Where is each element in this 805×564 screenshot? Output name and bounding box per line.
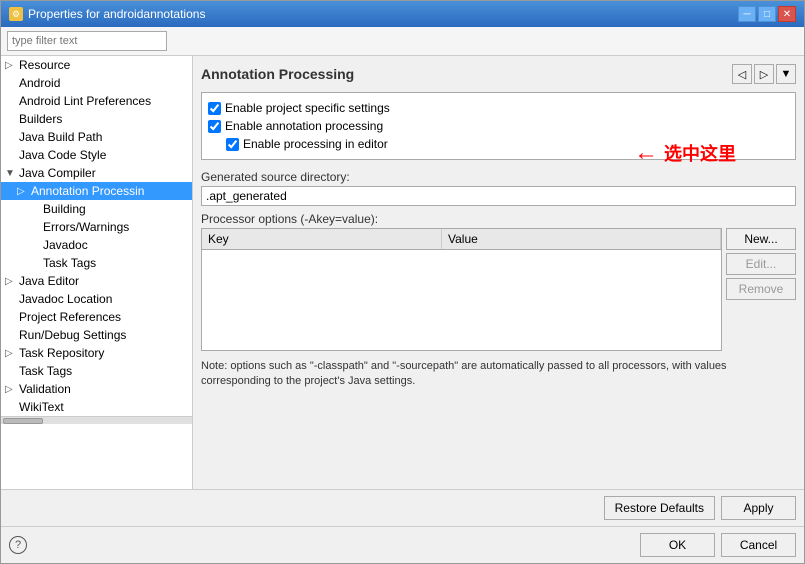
cancel-button[interactable]: Cancel	[721, 533, 796, 557]
sidebar-item-label: Android	[19, 76, 60, 90]
sidebar-item-run-debug[interactable]: Run/Debug Settings	[1, 326, 192, 344]
back-button[interactable]: ◁	[732, 64, 752, 84]
sidebar-item-annotation-processing[interactable]: ▷ Annotation Processin	[1, 182, 192, 200]
title-bar: ⚙ Properties for androidannotations ─ □ …	[1, 1, 804, 27]
sidebar-item-label: Javadoc	[43, 238, 88, 252]
filter-input[interactable]	[7, 31, 167, 51]
checkbox-project-specific-label[interactable]: Enable project specific settings	[225, 101, 390, 115]
sidebar-item-label: Task Tags	[19, 364, 72, 378]
bottom-buttons: Restore Defaults Apply	[1, 489, 804, 526]
sidebar-item-label: Java Editor	[19, 274, 79, 288]
sidebar: ▷ Resource Android Android Lint Preferen…	[1, 56, 193, 489]
sidebar-item-label: Java Compiler	[19, 166, 96, 180]
sidebar-item-javadoc[interactable]: Javadoc	[1, 236, 192, 254]
processor-table: Key Value	[201, 228, 722, 351]
expand-arrow: ▷	[17, 186, 29, 197]
dialog-icon: ⚙	[9, 7, 23, 21]
expand-arrow: ▷	[5, 60, 17, 71]
sidebar-item-label: Run/Debug Settings	[19, 328, 126, 342]
scrollbar-thumb	[3, 418, 43, 424]
apply-button[interactable]: Apply	[721, 496, 796, 520]
expand-arrow: ▷	[5, 384, 17, 395]
table-header: Key Value	[202, 229, 721, 250]
sidebar-scrollbar[interactable]	[1, 416, 192, 424]
sidebar-item-label: Java Code Style	[19, 148, 106, 162]
sidebar-item-label: Project References	[19, 310, 121, 324]
source-dir-label: Generated source directory:	[201, 170, 796, 184]
sidebar-item-task-tags2[interactable]: Task Tags	[1, 362, 192, 380]
checkbox-project-specific-row: Enable project specific settings	[208, 99, 789, 117]
ok-cancel-area: OK Cancel	[640, 533, 796, 557]
sidebar-item-errors-warnings[interactable]: Errors/Warnings	[1, 218, 192, 236]
sidebar-item-java-editor[interactable]: ▷ Java Editor	[1, 272, 192, 290]
table-body	[202, 250, 721, 350]
sidebar-item-label: Task Tags	[43, 256, 96, 270]
dialog: ⚙ Properties for androidannotations ─ □ …	[0, 0, 805, 564]
maximize-button[interactable]: □	[758, 6, 776, 22]
sidebar-item-validation[interactable]: ▷ Validation	[1, 380, 192, 398]
right-panel: Annotation Processing ◁ ▷ ▼ Enable proje…	[193, 56, 804, 489]
checkbox-processing-editor-row: Enable processing in editor	[208, 135, 789, 153]
sidebar-item-building[interactable]: Building	[1, 200, 192, 218]
source-dir-input[interactable]	[201, 186, 796, 206]
sidebar-item-javadoc-location[interactable]: Javadoc Location	[1, 290, 192, 308]
panel-header: Annotation Processing ◁ ▷ ▼	[201, 64, 796, 84]
table-col-value: Value	[442, 229, 721, 249]
expand-arrow: ▼	[5, 168, 17, 179]
dialog-title: Properties for androidannotations	[28, 7, 205, 21]
side-buttons: New... Edit... Remove	[726, 228, 796, 351]
sidebar-item-resource[interactable]: ▷ Resource	[1, 56, 192, 74]
sidebar-item-android[interactable]: Android	[1, 74, 192, 92]
help-ok-cancel-bar: ? OK Cancel	[1, 526, 804, 563]
sidebar-item-label: Javadoc Location	[19, 292, 112, 306]
remove-button[interactable]: Remove	[726, 278, 796, 300]
table-with-buttons: Key Value New... Edit... Remove	[201, 228, 796, 351]
main-content: ▷ Resource Android Android Lint Preferen…	[1, 56, 804, 489]
sidebar-item-label: Java Build Path	[19, 130, 102, 144]
sidebar-item-label: Errors/Warnings	[43, 220, 129, 234]
table-col-key: Key	[202, 229, 442, 249]
checkbox-processing-editor-label[interactable]: Enable processing in editor	[243, 137, 388, 151]
close-button[interactable]: ✕	[778, 6, 796, 22]
dropdown-button[interactable]: ▼	[776, 64, 796, 84]
edit-button[interactable]: Edit...	[726, 253, 796, 275]
sidebar-item-task-repository[interactable]: ▷ Task Repository	[1, 344, 192, 362]
sidebar-item-builders[interactable]: Builders	[1, 110, 192, 128]
sidebar-item-label: Builders	[19, 112, 62, 126]
sidebar-item-project-references[interactable]: Project References	[1, 308, 192, 326]
sidebar-item-label: Validation	[19, 382, 71, 396]
checkbox-annotation-processing[interactable]	[208, 120, 221, 133]
sidebar-item-label: Annotation Processin	[31, 184, 144, 198]
processor-options-label: Processor options (-Akey=value):	[201, 212, 796, 226]
ok-button[interactable]: OK	[640, 533, 715, 557]
minimize-button[interactable]: ─	[738, 6, 756, 22]
sidebar-item-wikitext[interactable]: WikiText	[1, 398, 192, 416]
checkbox-annotation-processing-row: Enable annotation processing	[208, 117, 789, 135]
filter-bar	[1, 27, 804, 56]
help-button[interactable]: ?	[9, 536, 27, 554]
sidebar-item-label: WikiText	[19, 400, 64, 414]
panel-title: Annotation Processing	[201, 66, 354, 82]
sidebar-item-java-compiler[interactable]: ▼ Java Compiler	[1, 164, 192, 182]
note-text: Note: options such as "-classpath" and "…	[201, 359, 796, 390]
sidebar-item-label: Building	[43, 202, 86, 216]
sidebar-item-label: Android Lint Preferences	[19, 94, 151, 108]
restore-defaults-button[interactable]: Restore Defaults	[604, 496, 715, 520]
sidebar-item-label: Resource	[19, 58, 70, 72]
sidebar-item-android-lint[interactable]: Android Lint Preferences	[1, 92, 192, 110]
checkbox-processing-editor[interactable]	[226, 138, 239, 151]
expand-arrow: ▷	[5, 276, 17, 287]
sidebar-item-java-build-path[interactable]: Java Build Path	[1, 128, 192, 146]
sidebar-item-task-tags[interactable]: Task Tags	[1, 254, 192, 272]
right-panel-inner: Annotation Processing ◁ ▷ ▼ Enable proje…	[193, 56, 804, 489]
checkbox-project-specific[interactable]	[208, 102, 221, 115]
checkbox-annotation-processing-label[interactable]: Enable annotation processing	[225, 119, 383, 133]
new-button[interactable]: New...	[726, 228, 796, 250]
nav-buttons: ◁ ▷ ▼	[732, 64, 796, 84]
expand-arrow: ▷	[5, 348, 17, 359]
sidebar-item-java-code-style[interactable]: Java Code Style	[1, 146, 192, 164]
sidebar-item-label: Task Repository	[19, 346, 104, 360]
forward-button[interactable]: ▷	[754, 64, 774, 84]
settings-area: Enable project specific settings Enable …	[201, 92, 796, 160]
